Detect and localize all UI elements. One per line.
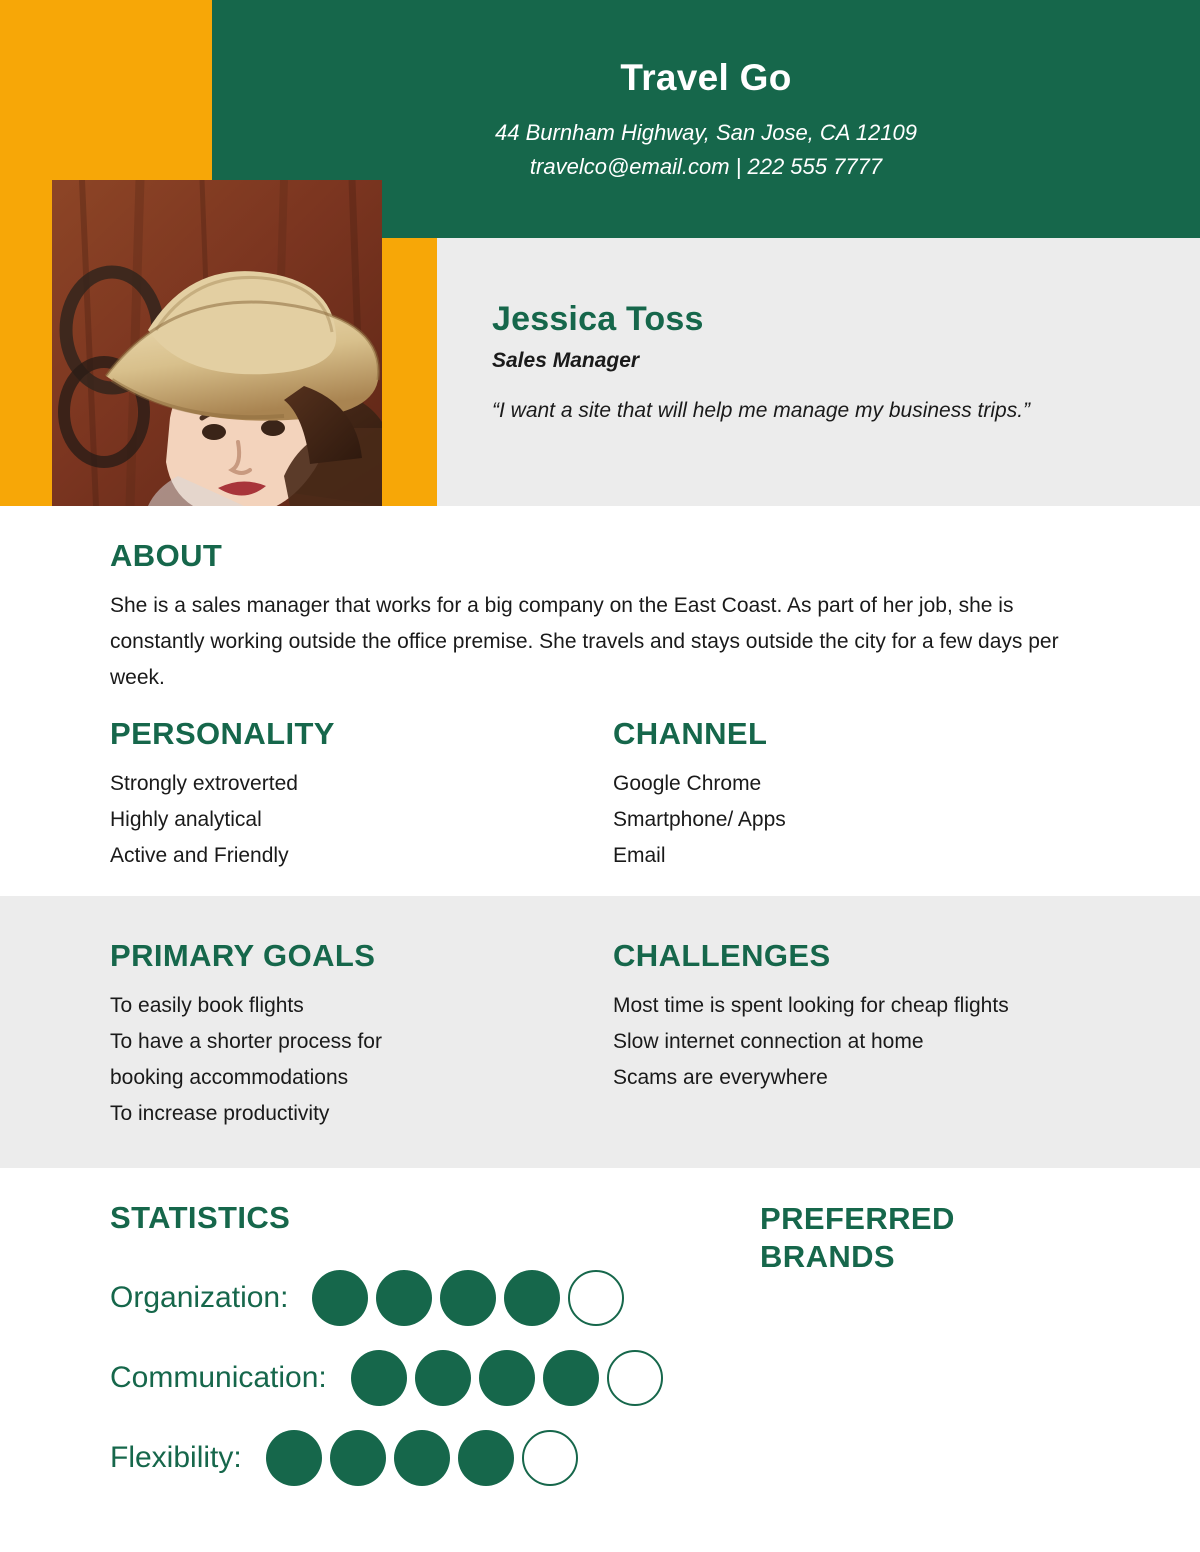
rating-dot-filled bbox=[504, 1270, 561, 1326]
list-item: Smartphone/ Apps bbox=[613, 808, 786, 831]
channel-section: CHANNEL Google Chrome Smartphone/ Apps E… bbox=[613, 716, 1110, 874]
preferred-brands-section: PREFERRED BRANDS bbox=[760, 1200, 1160, 1276]
rating-dots bbox=[312, 1270, 625, 1326]
challenges-section: CHALLENGES Most time is spent looking fo… bbox=[613, 938, 1110, 1096]
list-item: Highly analytical bbox=[110, 808, 262, 831]
persona-name: Jessica Toss bbox=[492, 300, 704, 338]
personality-heading: PERSONALITY bbox=[110, 716, 335, 751]
rating-dot-filled bbox=[414, 1350, 471, 1406]
list-item: Most time is spent looking for cheap fli… bbox=[613, 994, 1009, 1017]
list-item: To have a shorter process for bbox=[110, 1030, 382, 1053]
list-item: Slow internet connection at home bbox=[613, 1030, 924, 1053]
rating-dot-filled bbox=[376, 1270, 433, 1326]
rating-dot-filled bbox=[329, 1430, 386, 1486]
profile-band: Jessica Toss Sales Manager “I want a sit… bbox=[0, 180, 1200, 506]
about-section: ABOUT She is a sales manager that works … bbox=[110, 538, 1070, 696]
rating-dot-filled bbox=[457, 1430, 514, 1486]
stat-label: Communication: bbox=[110, 1361, 327, 1394]
list-item: booking accommodations bbox=[110, 1066, 349, 1089]
primary-goals-section: PRIMARY GOALS To easily book flights To … bbox=[110, 938, 580, 1132]
list-item: Active and Friendly bbox=[110, 844, 289, 867]
persona-quote: “I want a site that will help me manage … bbox=[492, 399, 1031, 422]
rating-dot-filled bbox=[478, 1350, 535, 1406]
rating-dot-filled bbox=[350, 1350, 407, 1406]
about-text: She is a sales manager that works for a … bbox=[110, 594, 1059, 689]
rating-dot-empty bbox=[521, 1430, 578, 1486]
list-item: Email bbox=[613, 844, 666, 867]
statistics-heading: STATISTICS bbox=[110, 1200, 291, 1235]
list-item: Scams are everywhere bbox=[613, 1066, 828, 1089]
persona-role: Sales Manager bbox=[492, 349, 640, 372]
rating-dot-empty bbox=[568, 1270, 625, 1326]
rating-dot-filled bbox=[542, 1350, 599, 1406]
stat-row: Flexibility: bbox=[110, 1418, 750, 1498]
rating-dot-filled bbox=[312, 1270, 369, 1326]
stat-label: Organization: bbox=[110, 1281, 289, 1314]
company-title: Travel Go bbox=[620, 57, 792, 98]
persona-photo bbox=[52, 180, 382, 506]
preferred-brands-heading: PREFERRED BRANDS bbox=[760, 1201, 955, 1274]
stat-row: Organization: bbox=[110, 1258, 750, 1338]
channel-heading: CHANNEL bbox=[613, 716, 768, 751]
personality-section: PERSONALITY Strongly extroverted Highly … bbox=[110, 716, 580, 874]
stat-label: Flexibility: bbox=[110, 1441, 242, 1474]
challenges-heading: CHALLENGES bbox=[613, 938, 831, 973]
list-item: Google Chrome bbox=[613, 772, 762, 795]
rating-dots bbox=[350, 1350, 663, 1406]
company-address: 44 Burnham Highway, San Jose, CA 12109 bbox=[495, 120, 917, 145]
stat-row: Communication: bbox=[110, 1338, 750, 1418]
primary-goals-heading: PRIMARY GOALS bbox=[110, 938, 376, 973]
about-heading: ABOUT bbox=[110, 538, 223, 573]
list-item: Strongly extroverted bbox=[110, 772, 298, 795]
rating-dot-filled bbox=[440, 1270, 497, 1326]
rating-dot-filled bbox=[393, 1430, 450, 1486]
statistics-section: STATISTICS Organization: Communication: … bbox=[110, 1200, 750, 1498]
list-item: To easily book flights bbox=[110, 994, 304, 1017]
list-item: To increase productivity bbox=[110, 1102, 330, 1125]
rating-dots bbox=[265, 1430, 578, 1486]
profile-details: Jessica Toss Sales Manager “I want a sit… bbox=[492, 300, 1132, 423]
rating-dot-empty bbox=[606, 1350, 663, 1406]
rating-dot-filled bbox=[265, 1430, 322, 1486]
company-contact: travelco@email.com | 222 555 7777 bbox=[529, 154, 883, 179]
